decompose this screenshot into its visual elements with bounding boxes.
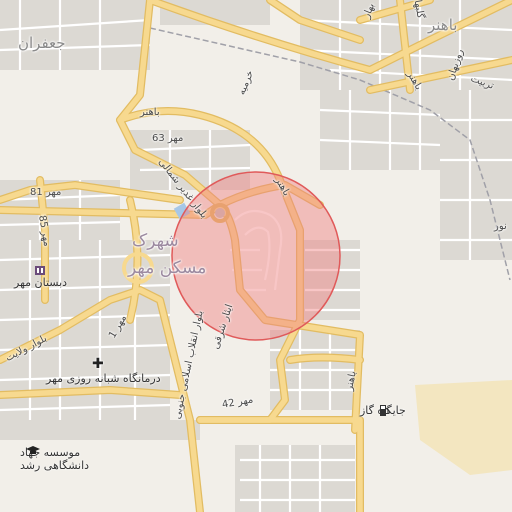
poi-school-label: دبستان مهر	[14, 276, 68, 289]
poi-clinic-label: درمانگاه شبانه روزی مهر	[46, 372, 161, 385]
poi-institute[interactable]: موسسه جهاد دانشگاهی رشد	[20, 446, 89, 472]
place-label-baher: باهنر	[428, 16, 458, 34]
road-label-mehr-63: مهر 63	[152, 133, 184, 144]
fuel-pump-icon	[380, 405, 389, 416]
poi-school[interactable]: دبستان مهر	[14, 264, 67, 289]
poi-gas-station[interactable]: جایگاه گاز	[360, 404, 406, 417]
school-icon	[35, 266, 45, 275]
district-label-maskan-mehr: مسکن مهر	[128, 258, 207, 278]
poi-institute-label-2: دانشگاهی رشد	[20, 459, 90, 472]
poi-clinic[interactable]: ✚ درمانگاه شبانه روزی مهر	[46, 356, 161, 385]
graduation-cap-icon	[26, 446, 40, 454]
road-label-baher-left: باهنر	[140, 107, 160, 118]
map-layer[interactable]	[0, 0, 512, 512]
road-label-mehr-81: مهر 81	[30, 187, 62, 198]
road-label-nour: نور	[494, 221, 507, 232]
place-label-jafaran: جعفران	[18, 34, 66, 52]
hospital-cross-icon: ✚	[92, 356, 104, 372]
district-label-shahrak: شهرک	[132, 231, 179, 251]
map-canvas[interactable]: جعفران باهنر شهرک مسکن مهر خرمیه باهنر م…	[0, 0, 512, 512]
